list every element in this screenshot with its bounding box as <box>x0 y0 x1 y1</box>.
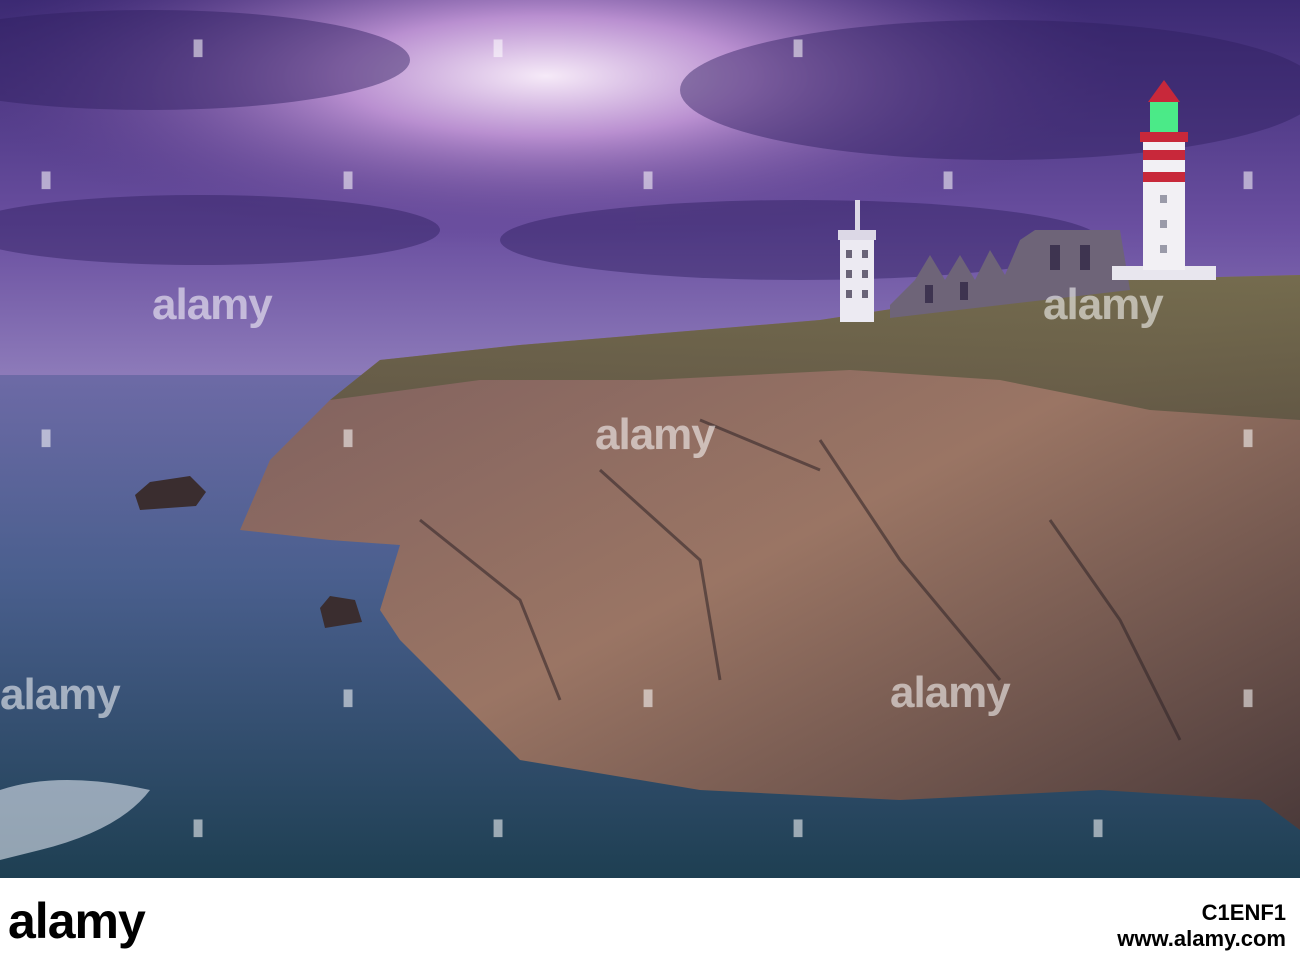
coastal-photo: alamy alamy alamy alamy alamy ▮ ▮ ▮ ▮ ▮ … <box>0 0 1300 878</box>
lighthouse-lamp <box>1150 102 1178 132</box>
footer-site[interactable]: www.alamy.com <box>1117 926 1286 952</box>
footer-bar: alamy C1ENF1 www.alamy.com <box>0 878 1300 968</box>
footer-image-info: C1ENF1 www.alamy.com <box>1117 900 1286 953</box>
footer-logo[interactable]: alamy <box>8 892 146 950</box>
landscape-illustration <box>0 0 1300 878</box>
footer-image-code: C1ENF1 <box>1201 900 1286 925</box>
